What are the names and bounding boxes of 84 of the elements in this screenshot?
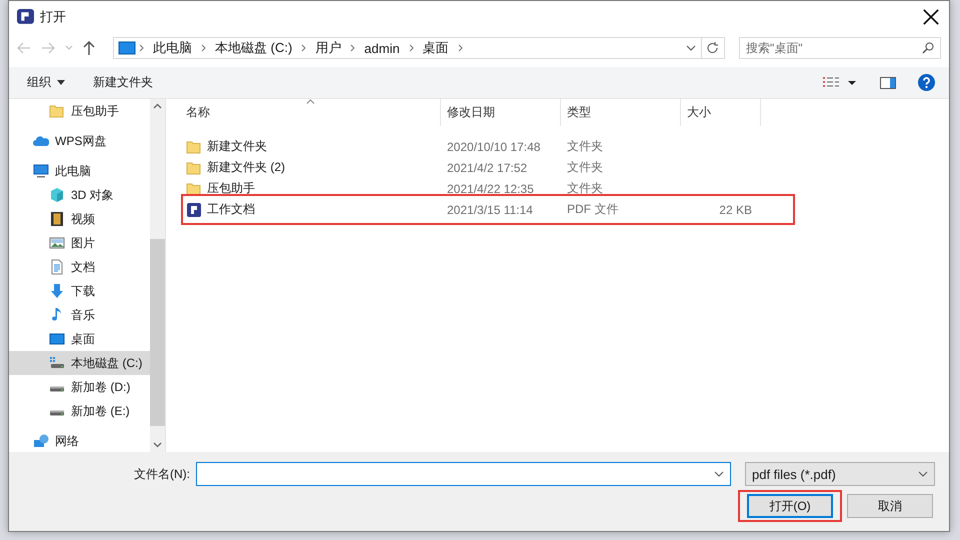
- organize-menu-button[interactable]: 组织: [27, 74, 65, 91]
- download-arrow-icon: [49, 283, 65, 299]
- sidebar-item[interactable]: 本地磁盘 (C:): [9, 351, 150, 375]
- chevron-icon: [201, 44, 206, 52]
- network-icon: [33, 433, 49, 449]
- desktop-icon: [118, 41, 136, 55]
- help-icon[interactable]: [918, 74, 935, 91]
- window-title: 打开: [40, 8, 67, 26]
- breadcrumb-item[interactable]: 本地磁盘 (C:): [209, 39, 298, 57]
- sidebar-item[interactable]: 下载: [9, 279, 150, 303]
- column-header[interactable]: 名称: [186, 99, 441, 126]
- sidebar-item[interactable]: WPS网盘: [9, 129, 150, 153]
- film-icon: [49, 211, 65, 227]
- folder-icon: [49, 103, 65, 119]
- table-cell-text: 文件夹: [566, 138, 604, 155]
- up-arrow-icon[interactable]: [83, 41, 95, 55]
- new-folder-button[interactable]: 新建文件夹: [93, 74, 153, 91]
- breadcrumb-item[interactable]: admin: [358, 40, 406, 56]
- search-field[interactable]: 搜索"桌面": [739, 37, 941, 59]
- view-options-icon[interactable]: [822, 76, 858, 88]
- sidebar-item[interactable]: 网络: [9, 429, 150, 453]
- sidebar-item[interactable]: 视频: [9, 207, 150, 231]
- breadcrumb-item[interactable]: 用户: [309, 39, 348, 57]
- scrollbar[interactable]: [150, 99, 165, 452]
- file-type-dropdown[interactable]: pdf files (*.pdf): [745, 462, 935, 486]
- file-logo-icon: [186, 202, 202, 218]
- table-cell-text: 文件夹: [566, 180, 604, 197]
- document-icon: [49, 259, 65, 275]
- cube-icon: [49, 187, 65, 203]
- sidebar-item[interactable]: 音乐: [9, 303, 150, 327]
- filename-label: 文件名(N):: [134, 466, 190, 482]
- search-icon: [922, 42, 934, 54]
- drive-icon: [49, 386, 65, 392]
- file-name[interactable]: 工作文档: [207, 201, 255, 218]
- file-name[interactable]: 新建文件夹 (2): [207, 159, 285, 176]
- app-logo-icon: [17, 8, 34, 26]
- sidebar-item[interactable]: 新加卷 (E:): [9, 399, 150, 423]
- chevron-icon: [408, 44, 414, 52]
- table-cell-text: PDF 文件: [566, 201, 620, 218]
- sidebar-item[interactable]: 桌面: [9, 327, 150, 351]
- sidebar-item[interactable]: 新加卷 (D:): [9, 375, 150, 399]
- file-name[interactable]: 新建文件夹: [207, 138, 267, 155]
- image-icon: [49, 235, 65, 251]
- folder-icon: [186, 180, 202, 196]
- chevron-icon: [139, 44, 144, 52]
- dropdown-caret-icon[interactable]: [714, 471, 724, 477]
- table-cell-text: 2021/4/22 12:35: [446, 182, 535, 196]
- chevron-icon: [458, 44, 463, 52]
- column-header[interactable]: 大小: [681, 99, 761, 126]
- sidebar-item[interactable]: 3D 对象: [9, 183, 150, 207]
- table-cell-text: 2020/10/10 17:48: [446, 140, 542, 154]
- drive-icon: [49, 355, 65, 371]
- drive-icon: [49, 410, 65, 416]
- dialog-button[interactable]: 取消: [847, 494, 933, 518]
- sidebar-item[interactable]: 此电脑: [9, 159, 150, 183]
- computer-icon: [33, 163, 49, 179]
- column-header[interactable]: 修改日期: [441, 99, 561, 126]
- table-cell-text: 2021/4/2 17:52: [446, 160, 528, 174]
- caret-icon: [57, 80, 65, 85]
- breadcrumb-item[interactable]: 此电脑: [147, 39, 198, 57]
- address-bar[interactable]: 此电脑 本地磁盘 (C:) 用户 admin 桌面: [113, 37, 725, 59]
- refresh-icon[interactable]: [707, 42, 719, 54]
- table-cell-text: 22 KB: [718, 202, 752, 216]
- filename-field[interactable]: [196, 462, 731, 486]
- table-cell-text: 文件夹: [566, 159, 604, 176]
- preview-pane-icon[interactable]: [880, 76, 896, 88]
- dialog-button[interactable]: 打开(O): [747, 494, 833, 518]
- breadcrumb-item[interactable]: 桌面: [416, 39, 455, 57]
- folder-icon: [186, 138, 202, 154]
- sidebar-item[interactable]: 压包助手: [9, 99, 150, 123]
- chevron-icon: [350, 44, 356, 52]
- table-cell-text: 2021/3/15 11:14: [446, 202, 534, 216]
- sidebar-item[interactable]: 图片: [9, 231, 150, 255]
- desktop-icon: [49, 331, 65, 347]
- file-name[interactable]: 压包助手: [207, 180, 255, 197]
- sort-caret-icon: [306, 99, 315, 104]
- dropdown-caret-icon[interactable]: [686, 45, 696, 51]
- close-icon[interactable]: [921, 7, 941, 27]
- column-header[interactable]: 类型: [561, 99, 681, 126]
- folder-icon: [186, 160, 202, 176]
- dropdown-caret-icon: [918, 471, 928, 477]
- sidebar-item[interactable]: 文档: [9, 255, 150, 279]
- chevron-icon: [301, 44, 306, 52]
- scrollbar-thumb[interactable]: [150, 239, 165, 426]
